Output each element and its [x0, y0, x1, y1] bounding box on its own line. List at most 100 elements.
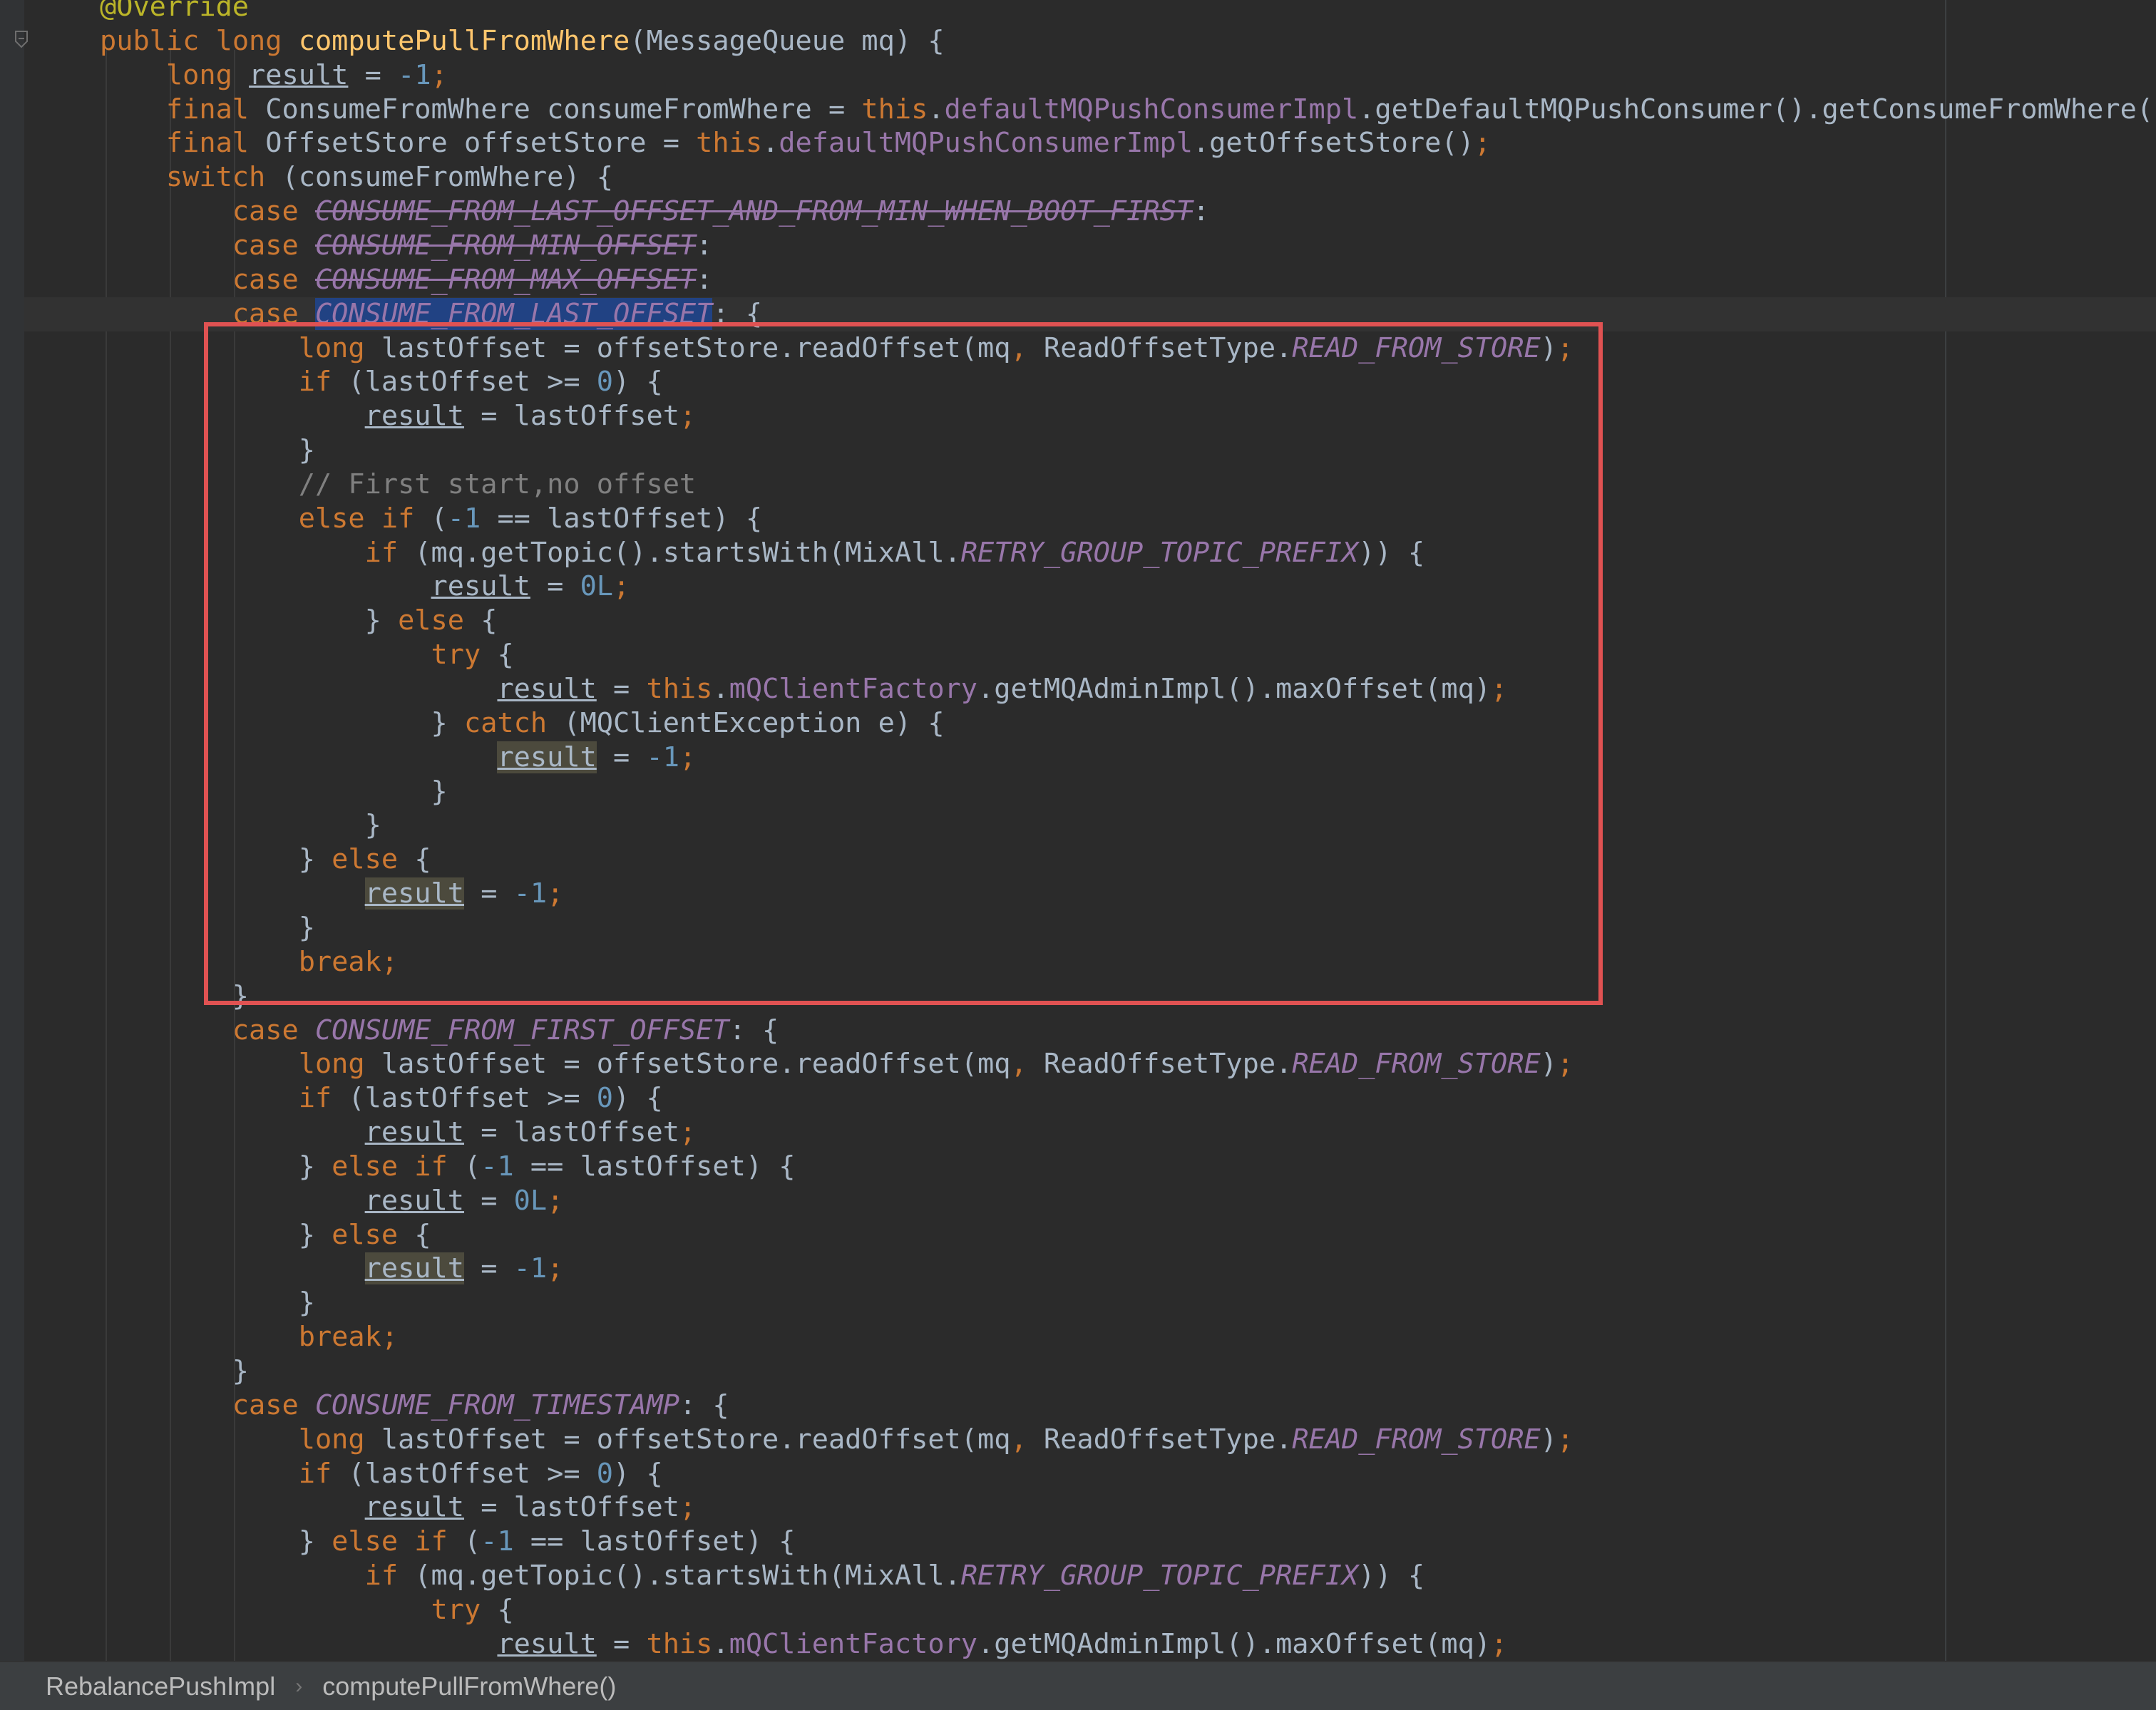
- code-token: ;: [431, 58, 448, 91]
- code-line[interactable]: }: [100, 1354, 249, 1389]
- code-token: : {: [729, 1014, 779, 1046]
- code-token: }: [100, 1150, 332, 1183]
- code-token: .: [928, 93, 945, 125]
- code-token: -1: [481, 1525, 514, 1558]
- code-token: ): [1540, 1423, 1557, 1456]
- code-token: lastOffset = offsetStore.readOffset(mq: [381, 1048, 1011, 1081]
- code-line[interactable]: switch (consumeFromWhere) {: [100, 160, 613, 195]
- code-token: ConsumeFromWhere consumeFromWhere =: [265, 93, 862, 125]
- code-token: ;: [1556, 1423, 1574, 1456]
- code-token: final: [165, 127, 266, 160]
- code-token: case: [232, 1014, 315, 1046]
- code-line[interactable]: break;: [100, 1320, 398, 1354]
- code-token: }: [100, 1218, 332, 1251]
- code-token: case: [232, 263, 315, 296]
- code-token: ): [1540, 1048, 1557, 1081]
- code-token: 0: [596, 1457, 614, 1490]
- code-token: }: [100, 1355, 250, 1387]
- code-token: CONSUME_FROM_TIMESTAMP: [314, 1389, 679, 1421]
- code-line[interactable]: result = this.mQClientFactory.getMQAdmin…: [100, 1627, 1507, 1661]
- code-token: (: [463, 1150, 481, 1183]
- code-line[interactable]: result = -1;: [100, 1252, 563, 1286]
- code-token: 0L: [513, 1184, 548, 1217]
- code-line[interactable]: result = 0L;: [100, 1184, 564, 1218]
- code-token: ;: [547, 1252, 564, 1285]
- code-line[interactable]: case CONSUME_FROM_MAX_OFFSET:: [100, 263, 713, 297]
- code-token: long: [298, 1423, 381, 1456]
- code-line[interactable]: } else {: [100, 1218, 431, 1252]
- code-token: == lastOffset) {: [513, 1525, 796, 1558]
- code-token: -1: [481, 1150, 514, 1183]
- code-token: .getOffsetStore(): [1192, 127, 1474, 160]
- breadcrumb-class[interactable]: RebalancePushImpl: [46, 1672, 275, 1701]
- code-token: CONSUME_FROM_FIRST_OFFSET: [314, 1014, 729, 1046]
- code-line[interactable]: } else if (-1 == lastOffset) {: [100, 1150, 796, 1184]
- code-token: ReadOffsetType.: [1043, 1048, 1293, 1081]
- fold-marker-icon[interactable]: [14, 30, 33, 48]
- code-token: mQClientFactory: [729, 1627, 978, 1660]
- code-token: ReadOffsetType.: [1043, 1423, 1293, 1456]
- code-line[interactable]: if (mq.getTopic().startsWith(MixAll.RETR…: [100, 1559, 1425, 1593]
- code-line[interactable]: result = lastOffset;: [100, 1116, 697, 1150]
- code-token: result: [364, 1252, 464, 1285]
- code-token: :: [696, 229, 713, 262]
- code-token: try: [431, 1593, 498, 1626]
- code-token: if: [298, 1082, 349, 1115]
- editor-gutter[interactable]: [0, 0, 24, 1661]
- code-line[interactable]: try {: [100, 1593, 514, 1627]
- code-token: switch: [165, 161, 282, 194]
- code-line[interactable]: }: [100, 1286, 315, 1320]
- code-editor[interactable]: @Override public long computePullFromWher…: [0, 0, 2156, 1661]
- code-token: == lastOffset) {: [513, 1150, 796, 1183]
- code-token: result: [497, 1627, 597, 1660]
- code-line[interactable]: final ConsumeFromWhere consumeFromWhere …: [100, 93, 2156, 127]
- code-line[interactable]: public long computePullFromWhere(Message…: [100, 24, 945, 58]
- code-token: ) {: [613, 1082, 663, 1115]
- code-token: result: [364, 1116, 464, 1149]
- code-token: if: [364, 1560, 415, 1592]
- code-line[interactable]: } else if (-1 == lastOffset) {: [100, 1525, 796, 1559]
- code-token: )) {: [1358, 1560, 1425, 1592]
- breadcrumb-method[interactable]: computePullFromWhere(): [322, 1672, 616, 1701]
- code-token: (lastOffset >=: [348, 1457, 597, 1490]
- code-line[interactable]: if (lastOffset >= 0) {: [100, 1457, 663, 1491]
- code-token: else: [332, 1218, 415, 1251]
- code-token: READ_FROM_STORE: [1292, 1048, 1541, 1081]
- code-line[interactable]: long lastOffset = offsetStore.readOffset…: [100, 1047, 1574, 1081]
- code-token: lastOffset = offsetStore.readOffset(mq: [381, 1423, 1011, 1456]
- code-line[interactable]: case CONSUME_FROM_LAST_OFFSET_AND_FROM_M…: [100, 195, 1209, 229]
- code-token: (mq.getTopic().startsWith(MixAll.: [414, 1560, 961, 1592]
- code-line[interactable]: long lastOffset = offsetStore.readOffset…: [100, 1423, 1574, 1457]
- breadcrumb: RebalancePushImpl › computePullFromWhere…: [0, 1661, 2156, 1710]
- code-token: (consumeFromWhere) {: [282, 161, 614, 194]
- code-token: :: [1192, 195, 1210, 228]
- code-token: ;: [679, 1116, 697, 1149]
- code-token: -1: [513, 1252, 548, 1285]
- code-line[interactable]: @Override: [100, 0, 249, 24]
- code-token: =: [348, 58, 399, 91]
- code-token: ) {: [613, 1457, 663, 1490]
- code-line[interactable]: result = lastOffset;: [100, 1490, 697, 1525]
- code-line[interactable]: case CONSUME_FROM_MIN_OFFSET:: [100, 229, 713, 263]
- code-line[interactable]: case CONSUME_FROM_FIRST_OFFSET: {: [100, 1014, 779, 1048]
- code-token: else if: [332, 1525, 464, 1558]
- code-line[interactable]: final OffsetStore offsetStore = this.def…: [100, 126, 1491, 160]
- code-token: = lastOffset: [463, 1116, 679, 1149]
- code-token: {: [497, 1593, 514, 1626]
- code-line[interactable]: if (lastOffset >= 0) {: [100, 1081, 663, 1116]
- code-token: if: [298, 1457, 349, 1490]
- code-line[interactable]: case CONSUME_FROM_TIMESTAMP: {: [100, 1389, 729, 1423]
- code-token: .getMQAdminImpl().maxOffset(mq): [977, 1627, 1492, 1660]
- code-line[interactable]: long result = -1;: [100, 58, 448, 93]
- code-token: long: [165, 58, 250, 91]
